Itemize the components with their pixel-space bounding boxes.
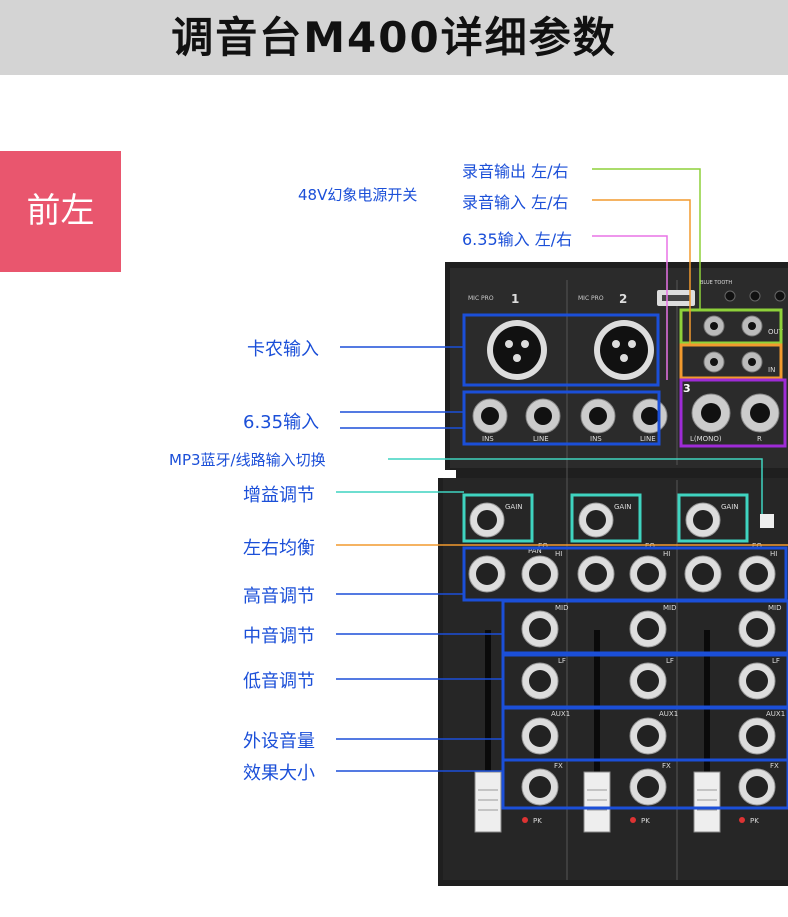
ch1-number: 1 (511, 292, 519, 306)
mp3-line-switch (760, 514, 774, 528)
gain-3-text: GAIN (721, 503, 739, 511)
label-mid: 中音调节 (243, 626, 315, 647)
mic-pro-2-text: MIC PRO (578, 295, 604, 302)
pk-2-text: PK (641, 817, 650, 825)
label-aux: 外设音量 (243, 731, 315, 752)
label-low: 低音调节 (243, 671, 315, 692)
mid-3-text: MID (768, 604, 782, 612)
ins-2-text: INS (590, 435, 602, 443)
line-2-text: LINE (640, 435, 656, 443)
hi-2-text: HI (663, 550, 670, 558)
xlr-socket-1 (487, 320, 547, 380)
pk-3-text: PK (750, 817, 759, 825)
lf-3-text: LF (772, 657, 780, 665)
label-jack-in-lr: 6.35输入 左/右 (462, 230, 573, 249)
lf-2-text: LF (666, 657, 674, 665)
in-text: IN (768, 366, 775, 374)
mid-2-text: MID (663, 604, 677, 612)
gain-1-text: GAIN (505, 503, 523, 511)
aux-3-text: AUX1 (766, 710, 785, 718)
label-mp3-switch: MP3蓝牙/线路输入切换 (169, 451, 326, 469)
fx-2-text: FX (662, 762, 671, 770)
label-rec-in: 录音输入 左/右 (462, 193, 569, 212)
lf-1-text: LF (558, 657, 566, 665)
hi-1-text: HI (555, 550, 562, 558)
mixer-device: MIC PRO 1 MIC PRO 2 3 BLUE TOOTH OUT IN (438, 262, 788, 886)
ins-1-text: INS (482, 435, 494, 443)
label-xlr-input: 卡农输入 (247, 339, 319, 360)
label-fx: 效果大小 (243, 763, 315, 784)
r-text: R (757, 435, 762, 443)
ch2-number: 2 (619, 292, 627, 306)
label-pan: 左右均衡 (243, 538, 315, 559)
gain-2-text: GAIN (614, 503, 632, 511)
label-gain: 增益调节 (243, 485, 315, 506)
line-1-text: LINE (533, 435, 549, 443)
fx-1-text: FX (554, 762, 563, 770)
hi-3-text: HI (770, 550, 777, 558)
label-phantom-power: 48V幻象电源开关 (298, 186, 418, 204)
ch3-number: 3 (683, 382, 691, 395)
label-high: 高音调节 (243, 586, 315, 607)
l-mono-text: L(MONO) (690, 435, 722, 443)
aux-1-text: AUX1 (551, 710, 570, 718)
fx-3-text: FX (770, 762, 779, 770)
label-rec-out: 录音输出 左/右 (462, 162, 569, 181)
mid-1-text: MID (555, 604, 569, 612)
aux-2-text: AUX1 (659, 710, 678, 718)
mic-pro-1-text: MIC PRO (468, 295, 494, 302)
label-jack-input: 6.35输入 (243, 412, 320, 433)
mixer-diagram: MIC PRO 1 MIC PRO 2 3 BLUE TOOTH OUT IN (336, 168, 788, 886)
bluetooth-text: BLUE TOOTH (700, 280, 732, 286)
pk-1-text: PK (533, 817, 542, 825)
xlr-socket-2 (594, 320, 654, 380)
